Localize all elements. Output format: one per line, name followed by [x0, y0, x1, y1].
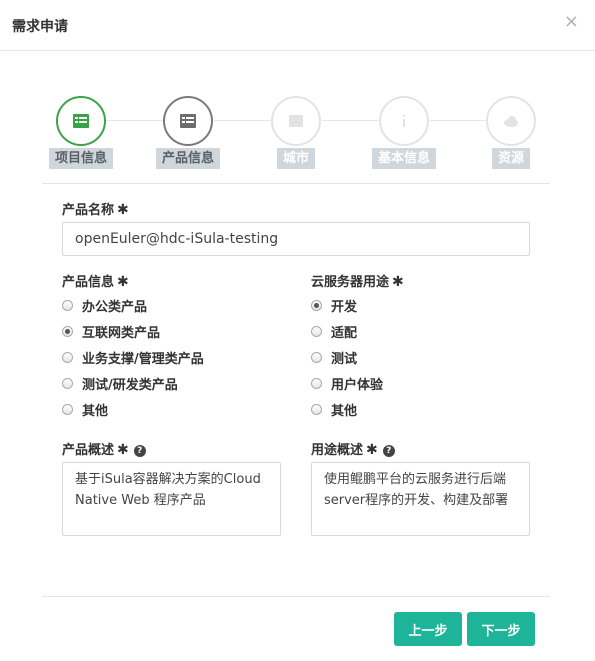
- radio-icon: [311, 351, 322, 363]
- step-product-info[interactable]: 产品信息: [148, 96, 228, 176]
- radio-label: 互联网类产品: [82, 325, 161, 341]
- radio-office-product[interactable]: 办公类产品: [62, 296, 148, 315]
- product-name-input[interactable]: [62, 222, 530, 256]
- radio-label: 适配: [331, 325, 358, 341]
- divider: [42, 183, 550, 184]
- list-icon: [180, 114, 196, 128]
- server-usage-label: 云服务器用途 ✱: [311, 271, 404, 290]
- help-icon[interactable]: ?: [382, 445, 395, 457]
- radio-icon: [311, 325, 322, 337]
- radio-label: 其他: [82, 403, 109, 419]
- step-circle: [163, 96, 213, 146]
- required-icon: ✱: [117, 202, 129, 218]
- product-name-label-text: 产品名称: [62, 203, 115, 218]
- required-icon: ✱: [117, 442, 129, 458]
- radio-label: 开发: [331, 299, 358, 315]
- step-circle: [271, 96, 321, 146]
- radio-internet-product[interactable]: 互联网类产品: [62, 322, 161, 341]
- radio-label: 测试: [331, 351, 358, 367]
- dialog-title: 需求申请: [12, 19, 68, 35]
- radio-label: 办公类产品: [82, 299, 148, 315]
- radio-test-dev-product[interactable]: 测试/研发类产品: [62, 374, 178, 393]
- radio-usage-user-experience[interactable]: 用户体验: [311, 374, 384, 393]
- radio-label: 测试/研发类产品: [82, 377, 178, 393]
- step-basic-info[interactable]: 基本信息: [364, 96, 444, 176]
- radio-other-product[interactable]: 其他: [62, 400, 109, 419]
- step-label: 产品信息: [155, 148, 221, 169]
- radio-icon: [62, 377, 73, 389]
- cloud-icon: [504, 116, 518, 127]
- step-label: 基本信息: [371, 148, 437, 169]
- radio-usage-other[interactable]: 其他: [311, 400, 358, 419]
- product-info-label: 产品信息 ✱: [62, 271, 129, 290]
- product-info-label-text: 产品信息: [62, 275, 115, 290]
- step-label: 城市: [276, 148, 316, 169]
- radio-label: 用户体验: [331, 377, 384, 393]
- step-circle: [56, 96, 106, 146]
- radio-usage-development[interactable]: 开发: [311, 296, 358, 315]
- radio-icon: [62, 351, 73, 363]
- divider: [42, 596, 550, 597]
- step-project-info[interactable]: 项目信息: [41, 96, 121, 176]
- product-summary-textarea[interactable]: 基于iSula容器解决方案的Cloud Native Web 程序产品: [62, 462, 281, 536]
- usage-summary-label: 用途概述 ✱?: [311, 439, 395, 458]
- usage-summary-label-text: 用途概述: [311, 443, 364, 458]
- step-label: 资源: [491, 148, 531, 169]
- required-icon: ✱: [366, 442, 378, 458]
- required-icon: ✱: [392, 274, 404, 290]
- list-icon: [73, 114, 89, 128]
- close-icon[interactable]: ×: [564, 12, 579, 32]
- radio-icon: [62, 299, 73, 311]
- product-summary-label: 产品概述 ✱?: [62, 439, 146, 458]
- info-icon: [403, 115, 405, 127]
- step-circle: [379, 96, 429, 146]
- usage-summary-textarea[interactable]: 使用鲲鹏平台的云服务进行后端server程序的开发、构建及部署: [311, 462, 530, 536]
- radio-icon: [311, 403, 322, 415]
- radio-usage-adaptation[interactable]: 适配: [311, 322, 358, 341]
- radio-business-support-product[interactable]: 业务支撑/管理类产品: [62, 348, 204, 367]
- prev-step-button[interactable]: 上一步: [394, 612, 462, 646]
- radio-usage-testing[interactable]: 测试: [311, 348, 358, 367]
- product-summary-label-text: 产品概述: [62, 443, 115, 458]
- step-label: 项目信息: [48, 148, 114, 169]
- step-resources[interactable]: 资源: [471, 96, 551, 176]
- required-icon: ✱: [117, 274, 129, 290]
- server-usage-label-text: 云服务器用途: [311, 275, 390, 290]
- radio-label: 其他: [331, 403, 358, 419]
- next-step-button[interactable]: 下一步: [467, 612, 535, 646]
- radio-icon: [311, 299, 322, 311]
- help-icon[interactable]: ?: [133, 445, 146, 457]
- radio-icon: [62, 325, 73, 337]
- step-circle: [486, 96, 536, 146]
- product-name-label: 产品名称 ✱: [62, 199, 129, 218]
- dialog-header: 需求申请 ×: [0, 0, 595, 51]
- step-city[interactable]: 城市: [256, 96, 336, 176]
- radio-label: 业务支撑/管理类产品: [82, 351, 204, 367]
- radio-icon: [62, 403, 73, 415]
- building-icon: [289, 115, 303, 127]
- radio-icon: [311, 377, 322, 389]
